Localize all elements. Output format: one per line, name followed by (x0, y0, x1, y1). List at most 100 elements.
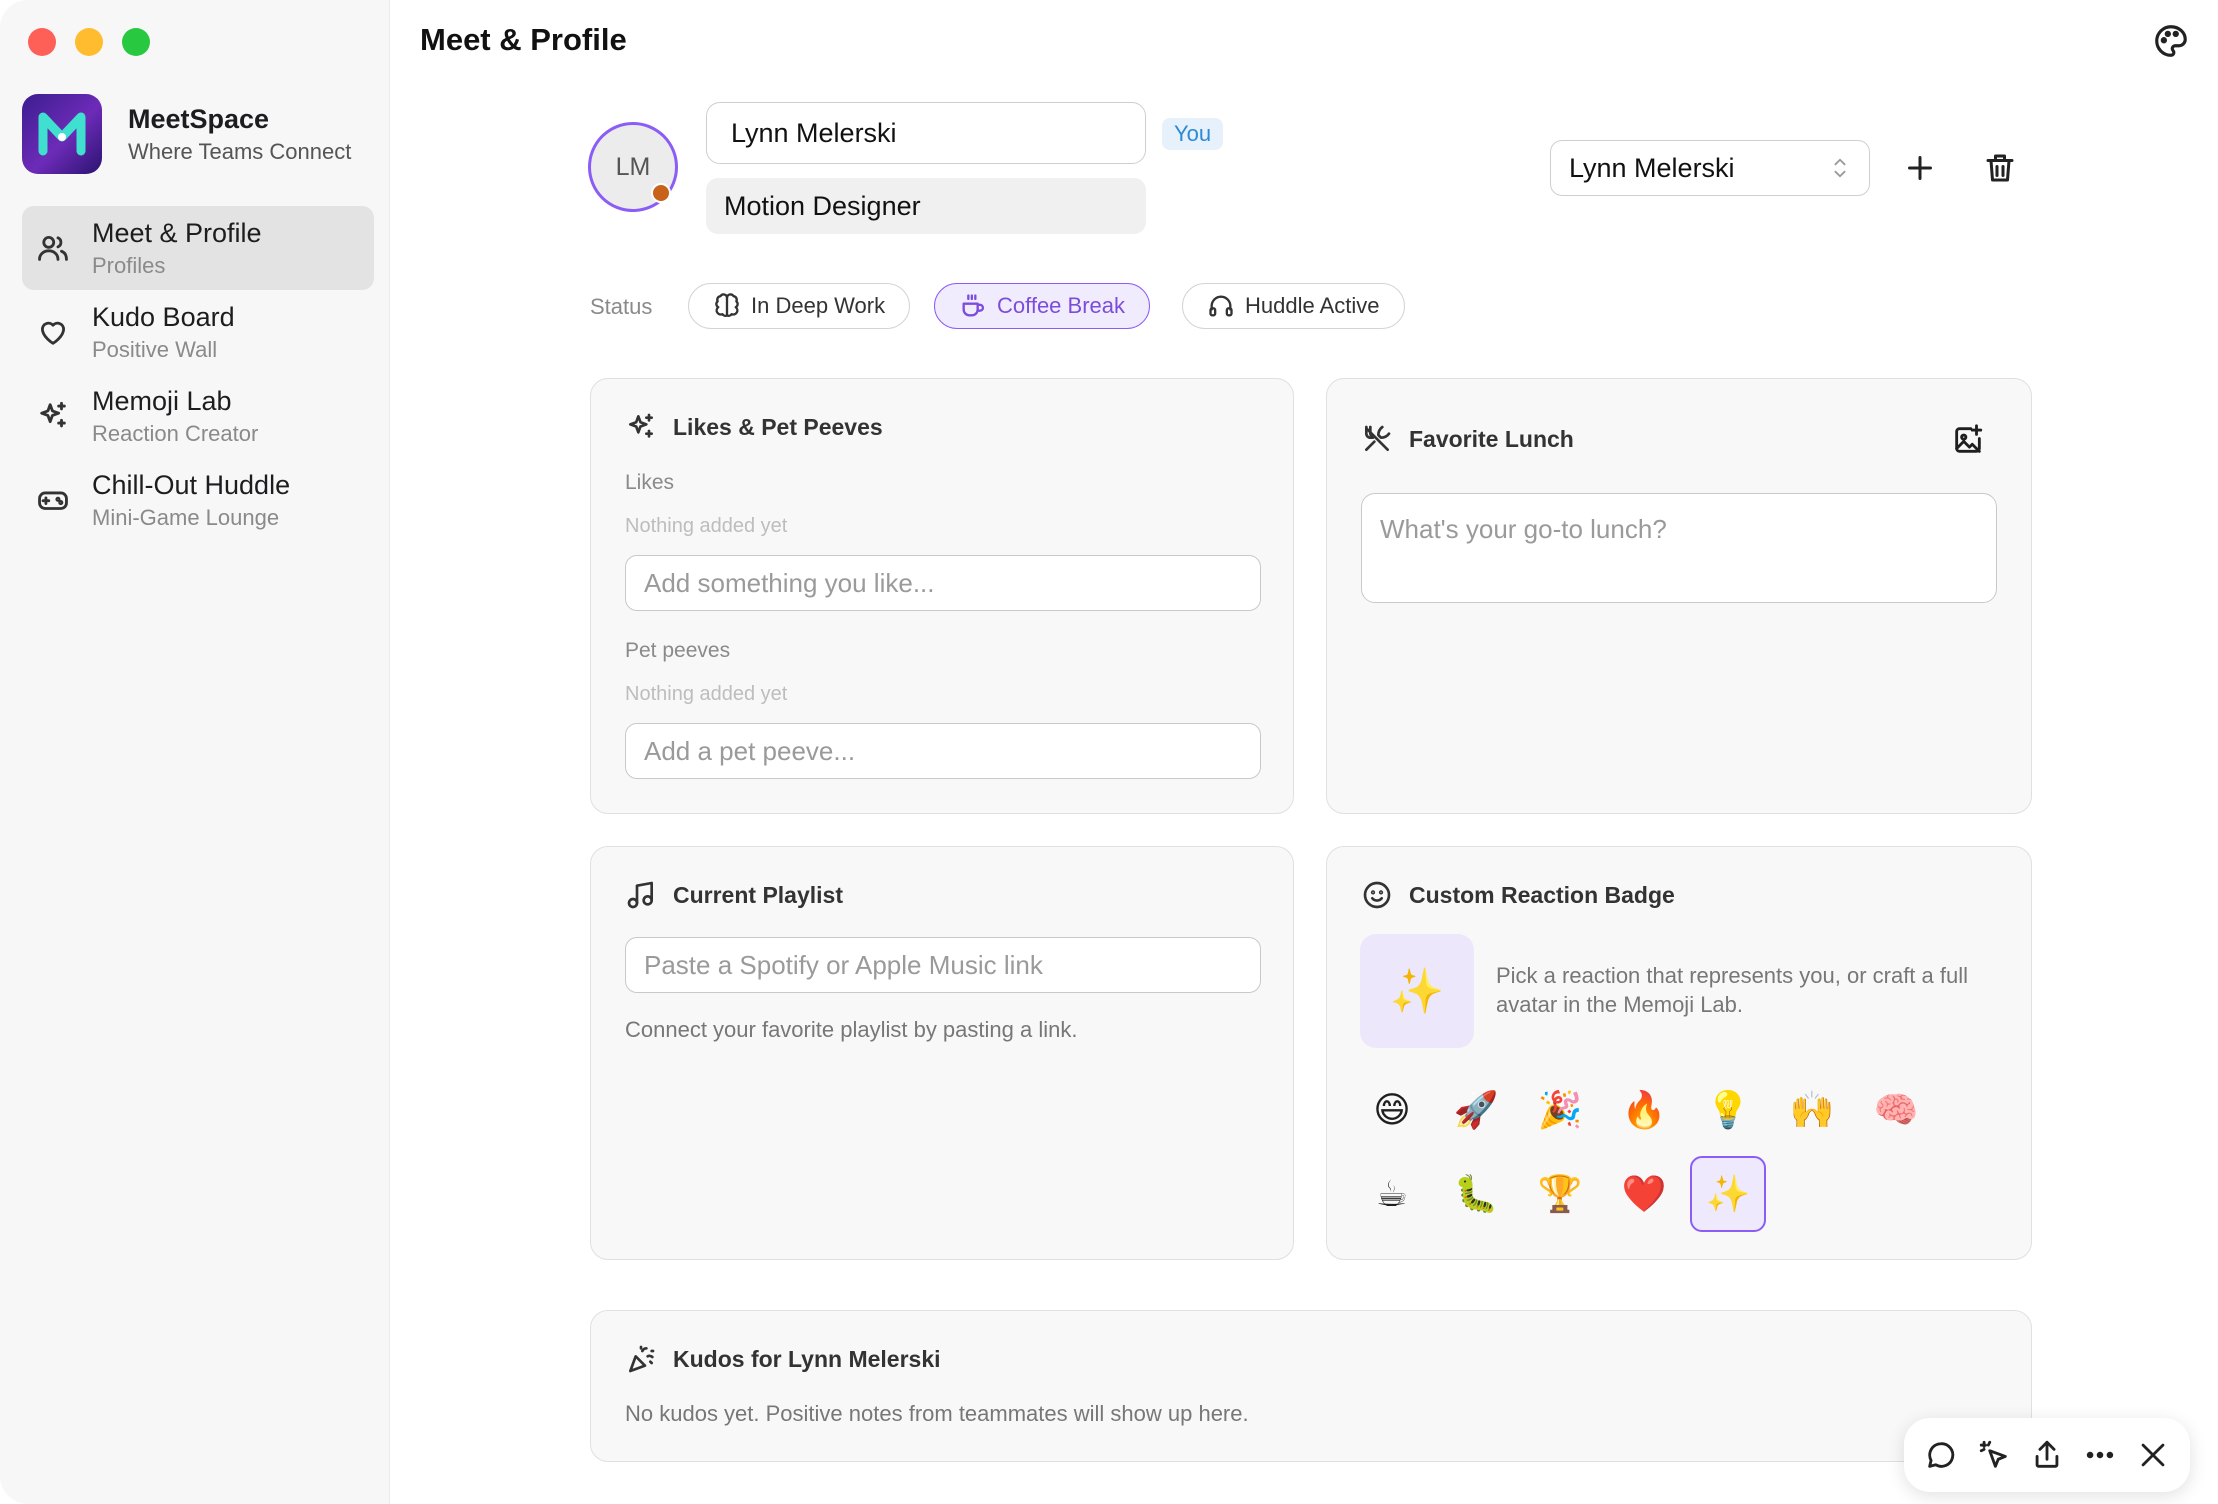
card-title: Favorite Lunch (1409, 425, 1574, 452)
plus-icon (1908, 156, 1932, 180)
kudos-empty-text: No kudos yet. Positive notes from teamma… (625, 1401, 1249, 1426)
sidebar: MeetSpace Where Teams Connect Meet & Pro… (0, 0, 390, 1504)
status-chip-in-deep-work[interactable]: In Deep Work (688, 283, 911, 329)
trash-icon (1986, 154, 2014, 182)
music-note-icon (625, 879, 657, 911)
sidebar-item-title: Meet & Profile (92, 217, 262, 248)
sparkles-icon (625, 411, 657, 443)
status-label: Status (590, 294, 653, 319)
sidebar-item-kudo-board[interactable]: Kudo Board Positive Wall (22, 290, 374, 374)
comment-icon[interactable] (1924, 1438, 1958, 1472)
sidebar-item-memoji-lab[interactable]: Memoji Lab Reaction Creator (22, 374, 374, 458)
emoji-option[interactable]: 🙌 (1774, 1072, 1850, 1148)
brain-icon (713, 292, 741, 320)
card-title: Likes & Pet Peeves (673, 413, 883, 440)
emoji-option[interactable]: ☕ (1354, 1156, 1430, 1232)
peeves-label: Pet peeves (625, 639, 731, 662)
sidebar-item-title: Kudo Board (92, 301, 235, 332)
status-chip-label: In Deep Work (751, 293, 886, 318)
role-input[interactable] (706, 178, 1146, 234)
badge-preview: ✨ (1360, 934, 1474, 1048)
name-input[interactable] (706, 102, 1146, 164)
status-chip-huddle-active[interactable]: Huddle Active (1182, 283, 1405, 329)
badge-description: Pick a reaction that represents you, or … (1496, 963, 1969, 1017)
emoji-option[interactable]: 🎉 (1522, 1072, 1598, 1148)
page-title: Meet & Profile (420, 22, 627, 57)
favorite-lunch-input[interactable] (1361, 493, 1997, 603)
app-logo-icon (22, 94, 102, 174)
card-header: Current Playlist (625, 879, 843, 911)
users-icon (36, 231, 70, 265)
sidebar-item-subtitle: Mini-Game Lounge (92, 504, 280, 530)
window-controls (28, 28, 150, 56)
maximize-window-button[interactable] (122, 28, 150, 56)
emoji-option[interactable]: ❤️ (1606, 1156, 1682, 1232)
likes-peeves-card: Likes & Pet Peeves Likes Nothing added y… (590, 378, 1294, 814)
current-playlist-card: Current Playlist Connect your favorite p… (590, 846, 1294, 1260)
coffee-icon (959, 292, 987, 320)
add-image-button[interactable] (1951, 423, 1985, 457)
playlist-link-input[interactable] (625, 937, 1261, 993)
kudos-card: Kudos for Lynn Melerski No kudos yet. Po… (590, 1310, 2032, 1462)
party-popper-icon (625, 1343, 657, 1375)
pointer-sparkle-icon[interactable] (1977, 1438, 2011, 1472)
image-plus-icon (1955, 424, 1983, 453)
status-dot (651, 183, 671, 203)
emoji-option[interactable]: 🔥 (1606, 1072, 1682, 1148)
you-badge: You (1162, 118, 1224, 150)
more-icon[interactable] (2083, 1438, 2117, 1472)
emoji-option[interactable]: 🏆 (1522, 1156, 1598, 1232)
brand: MeetSpace Where Teams Connect (22, 94, 351, 174)
emoji-option[interactable]: 🐛 (1438, 1156, 1514, 1232)
smiley-icon (1361, 879, 1393, 911)
headphones-icon (1207, 292, 1235, 320)
emoji-option[interactable]: 😄 (1354, 1072, 1430, 1148)
peeves-input[interactable] (625, 723, 1261, 779)
sidebar-item-subtitle: Reaction Creator (92, 420, 259, 446)
brand-name: MeetSpace (128, 103, 270, 134)
sidebar-item-title: Memoji Lab (92, 385, 232, 416)
card-title: Kudos for Lynn Melerski (673, 1345, 941, 1372)
card-title: Custom Reaction Badge (1409, 881, 1675, 908)
minimize-window-button[interactable] (75, 28, 103, 56)
profile-select-value: Lynn Melerski (1569, 152, 1735, 183)
favorite-lunch-card: Favorite Lunch (1326, 378, 2032, 814)
avatar-initials: LM (615, 152, 651, 181)
card-header: Kudos for Lynn Melerski (625, 1343, 941, 1375)
emoji-picker: 😄 🚀 🎉 🔥 💡 🙌 🧠 ☕ 🐛 🏆 ❤️ ✨ (1354, 1072, 1954, 1232)
sidebar-item-meet-profile[interactable]: Meet & Profile Profiles (22, 206, 374, 290)
peeves-empty-note: Nothing added yet (625, 683, 788, 705)
emoji-option[interactable]: 🧠 (1858, 1072, 1934, 1148)
sidebar-item-title: Chill-Out Huddle (92, 469, 291, 500)
emoji-option[interactable]: 💡 (1690, 1072, 1766, 1148)
emoji-option[interactable]: 🚀 (1438, 1072, 1514, 1148)
sidebar-item-chill-out-huddle[interactable]: Chill-Out Huddle Mini-Game Lounge (22, 458, 374, 542)
gamepad-icon (36, 483, 70, 517)
card-header: Likes & Pet Peeves (625, 411, 883, 443)
chevron-up-down-icon (1829, 155, 1851, 181)
likes-input[interactable] (625, 555, 1261, 611)
likes-empty-note: Nothing added yet (625, 515, 788, 537)
likes-label: Likes (625, 471, 675, 494)
avatar[interactable]: LM (588, 122, 678, 212)
close-icon[interactable] (2136, 1438, 2170, 1472)
playlist-help-text: Connect your favorite playlist by pastin… (625, 1017, 1078, 1042)
share-icon[interactable] (2030, 1438, 2064, 1472)
sidebar-item-subtitle: Profiles (92, 252, 166, 278)
delete-profile-button[interactable] (1982, 150, 2018, 186)
emoji-option-selected[interactable]: ✨ (1690, 1156, 1766, 1232)
close-window-button[interactable] (28, 28, 56, 56)
status-chip-coffee-break[interactable]: Coffee Break (934, 283, 1151, 329)
card-title: Current Playlist (673, 881, 843, 908)
profile-select[interactable]: Lynn Melerski (1550, 140, 1870, 196)
card-header: Favorite Lunch (1361, 423, 1574, 455)
heart-icon (36, 315, 70, 349)
add-profile-button[interactable] (1902, 150, 1938, 186)
palette-icon[interactable] (2152, 22, 2190, 60)
sparkles-icon (36, 399, 70, 433)
card-header: Custom Reaction Badge (1361, 879, 1675, 911)
utensils-crossed-icon (1361, 423, 1393, 455)
status-chip-label: Coffee Break (997, 293, 1126, 318)
brand-tagline: Where Teams Connect (128, 138, 352, 164)
sidebar-nav: Meet & Profile Profiles Kudo Board Posit… (22, 206, 374, 542)
